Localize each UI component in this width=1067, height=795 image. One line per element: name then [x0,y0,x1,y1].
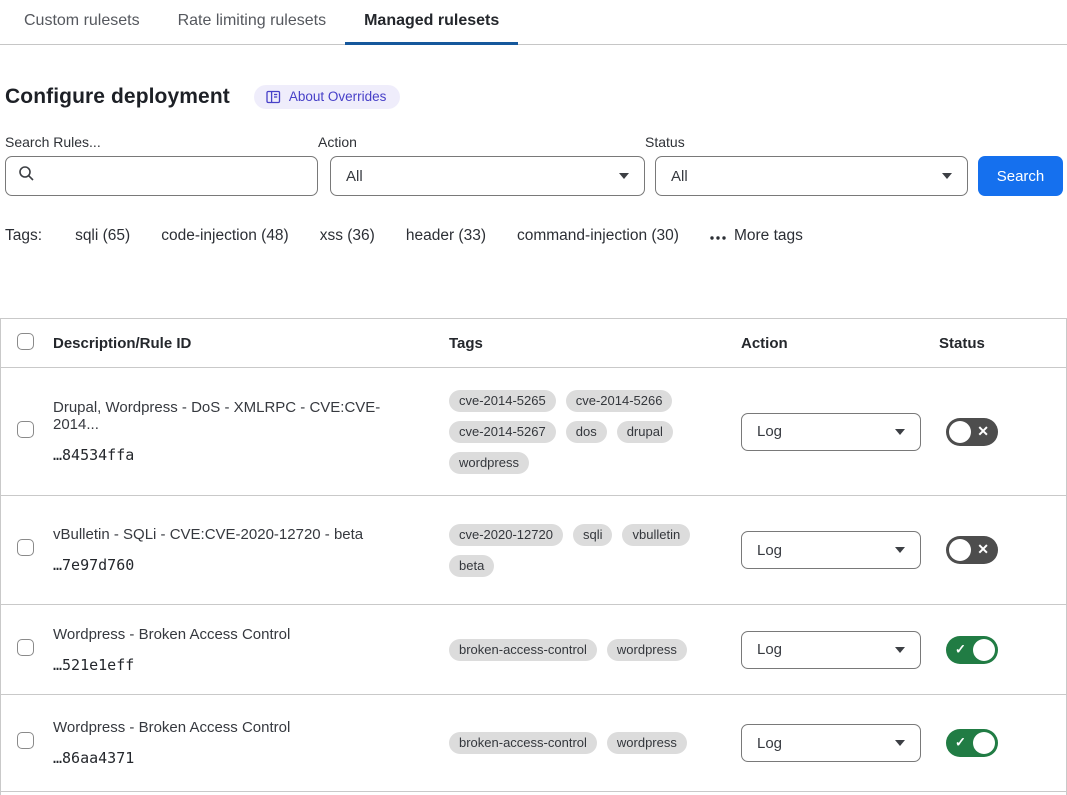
chevron-down-icon [895,740,905,746]
rule-tags: broken-access-control wordpress [449,639,723,661]
row-checkbox[interactable] [17,732,34,749]
action-select-value: Log [757,641,782,658]
toggle-knob [973,732,995,754]
col-description: Description/Rule ID [53,335,449,352]
ruleset-tabbar: Custom rulesets Rate limiting rulesets M… [0,0,1067,45]
tag-chip: cve-2014-5267 [449,421,556,443]
tag-chip: vbulletin [622,524,690,546]
rule-tags: broken-access-control wordpress [449,732,723,754]
tag-chip: cve-2014-5265 [449,390,556,412]
action-select[interactable]: Log [741,531,921,569]
action-select-value: Log [757,423,782,440]
status-filter-select[interactable]: All [655,156,968,196]
col-tags: Tags [449,335,739,352]
tag-chip: dos [566,421,607,443]
chevron-down-icon [895,429,905,435]
ellipsis-icon [710,227,726,245]
row-checkbox[interactable] [17,539,34,556]
status-toggle[interactable]: ✓ [946,729,998,757]
action-select[interactable]: Log [741,413,921,451]
search-icon [18,165,35,187]
status-toggle[interactable]: ✕ [946,536,998,564]
tags-bar-label: Tags: [5,227,42,245]
tab-managed-rulesets[interactable]: Managed rulesets [345,0,518,45]
rule-id: …84534ffa [53,446,449,464]
chevron-down-icon [895,547,905,553]
action-select[interactable]: Log [741,631,921,669]
tag-link-command-injection[interactable]: command-injection (30) [517,227,679,245]
status-filter-label: Status [645,134,968,150]
select-all-checkbox[interactable] [17,333,34,350]
heading-row: Configure deployment About Overrides [5,85,1063,109]
status-toggle[interactable]: ✕ [946,418,998,446]
tag-chip: sqli [573,524,613,546]
tag-link-sqli[interactable]: sqli (65) [75,227,130,245]
tag-link-code-injection[interactable]: code-injection (48) [161,227,289,245]
toggle-knob [949,539,971,561]
action-filter-select[interactable]: All [330,156,645,196]
tag-chip: cve-2020-12720 [449,524,563,546]
search-button[interactable]: Search [978,156,1063,196]
check-icon: ✓ [955,641,966,657]
check-icon: ✓ [955,735,966,751]
x-icon: ✕ [977,541,989,558]
rule-id: …86aa4371 [53,749,449,767]
tag-chip: wordpress [607,639,687,661]
filter-bar: Search Rules... Action All Status [5,134,1063,196]
tag-chip: drupal [617,421,673,443]
chevron-down-icon [619,173,629,179]
chevron-down-icon [942,173,952,179]
book-icon [266,90,281,104]
tab-rate-limiting-rulesets[interactable]: Rate limiting rulesets [159,0,346,45]
table-row: Wordpress - Broken Access Control …521e1… [1,605,1066,695]
more-tags-button[interactable]: More tags [710,227,803,245]
action-filter-value: All [346,168,363,185]
table-row: Wordpress - Broken Access Control …86aa4… [1,695,1066,792]
toggle-knob [973,639,995,661]
about-overrides-label: About Overrides [289,89,387,104]
row-checkbox[interactable] [17,639,34,656]
rule-id: …7e97d760 [53,556,449,574]
table-header-row: Description/Rule ID Tags Action Status [1,319,1066,368]
row-checkbox[interactable] [17,421,34,438]
search-box[interactable] [5,156,318,196]
rules-table: Description/Rule ID Tags Action Status D… [0,318,1067,795]
table-row: Drupal, Wordpress - DoS - XMLRPC - CVE:C… [1,368,1066,496]
table-row: vBulletin - SQLi - CVE:CVE-2020-12720 - … [1,496,1066,605]
tag-chip: wordpress [607,732,687,754]
action-select[interactable]: Log [741,724,921,762]
tags-bar: Tags: sqli (65) code-injection (48) xss … [5,227,1063,245]
tag-chip: cve-2014-5266 [566,390,673,412]
rule-description: Wordpress - Broken Access Control [53,719,449,736]
rule-tags: cve-2014-5265 cve-2014-5266 cve-2014-526… [449,390,723,474]
action-filter-label: Action [318,134,645,150]
tag-link-xss[interactable]: xss (36) [320,227,375,245]
tag-chip: broken-access-control [449,639,597,661]
status-filter-value: All [671,168,688,185]
page-title: Configure deployment [5,85,230,109]
rule-tags: cve-2020-12720 sqli vbulletin beta [449,524,723,577]
x-icon: ✕ [977,423,989,440]
action-select-value: Log [757,542,782,559]
rule-description: Drupal, Wordpress - DoS - XMLRPC - CVE:C… [53,399,449,433]
tag-chip: wordpress [449,452,529,474]
rule-id: …521e1eff [53,656,449,674]
about-overrides-badge[interactable]: About Overrides [254,85,401,109]
tab-custom-rulesets[interactable]: Custom rulesets [5,0,159,45]
rule-description: vBulletin - SQLi - CVE:CVE-2020-12720 - … [53,526,449,543]
chevron-down-icon [895,647,905,653]
status-toggle[interactable]: ✓ [946,636,998,664]
more-tags-label: More tags [734,227,803,245]
tag-chip: beta [449,555,494,577]
toggle-knob [949,421,971,443]
tag-link-header[interactable]: header (33) [406,227,486,245]
col-action: Action [739,335,939,352]
rule-description: Wordpress - Broken Access Control [53,626,449,643]
tag-chip: broken-access-control [449,732,597,754]
col-status: Status [939,335,1066,352]
action-select-value: Log [757,735,782,752]
search-label: Search Rules... [5,134,318,150]
search-input[interactable] [44,168,305,185]
